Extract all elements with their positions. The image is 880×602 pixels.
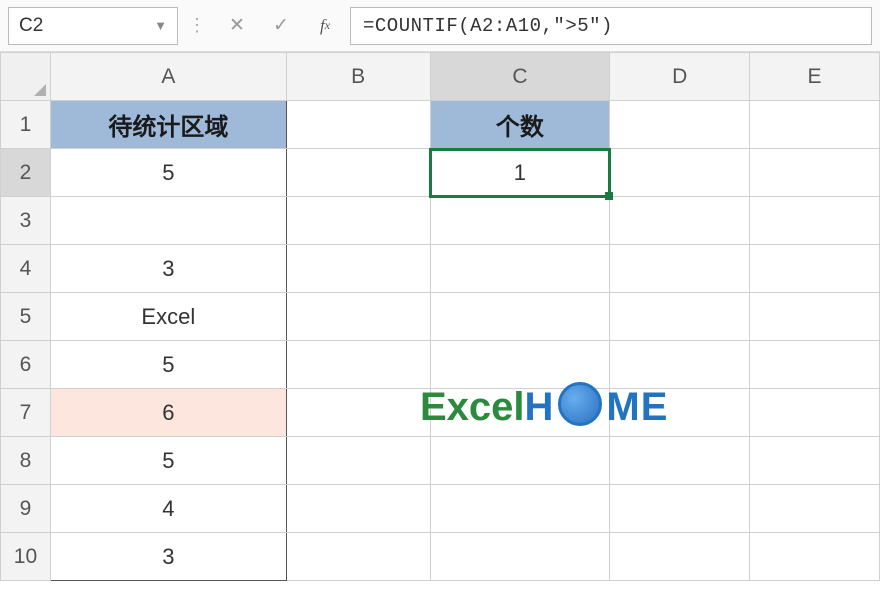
row-header-9[interactable]: 9 xyxy=(1,485,51,533)
row-header-6[interactable]: 6 xyxy=(1,341,51,389)
row-header-3[interactable]: 3 xyxy=(1,197,51,245)
cell-B3[interactable] xyxy=(286,197,430,245)
cell-E3[interactable] xyxy=(750,197,880,245)
cell-D4[interactable] xyxy=(610,245,750,293)
row-header-2[interactable]: 2 xyxy=(1,149,51,197)
cell-A7[interactable]: 6 xyxy=(50,389,286,437)
cell-D8[interactable] xyxy=(610,437,750,485)
name-box[interactable]: C2 ▼ xyxy=(8,7,178,45)
col-header-A[interactable]: A xyxy=(50,53,286,101)
col-header-E[interactable]: E xyxy=(750,53,880,101)
cell-B10[interactable] xyxy=(286,533,430,581)
cell-D3[interactable] xyxy=(610,197,750,245)
select-all-corner[interactable] xyxy=(1,53,51,101)
cell-B5[interactable] xyxy=(286,293,430,341)
cell-A4[interactable]: 3 xyxy=(50,245,286,293)
cell-D1[interactable] xyxy=(610,101,750,149)
col-header-B[interactable]: B xyxy=(286,53,430,101)
cell-E10[interactable] xyxy=(750,533,880,581)
cell-B8[interactable] xyxy=(286,437,430,485)
cell-B6[interactable] xyxy=(286,341,430,389)
cell-C4[interactable] xyxy=(430,245,610,293)
cell-E6[interactable] xyxy=(750,341,880,389)
cell-C3[interactable] xyxy=(430,197,610,245)
cell-B1[interactable] xyxy=(286,101,430,149)
spreadsheet-grid[interactable]: A B C D E 1 待统计区域 个数 2 5 1 3 4 3 5 xyxy=(0,52,880,581)
formula-text: =COUNTIF(A2:A10,">5") xyxy=(363,15,613,37)
cell-C8[interactable] xyxy=(430,437,610,485)
enter-icon[interactable]: ✓ xyxy=(262,7,300,45)
cell-E4[interactable] xyxy=(750,245,880,293)
cell-D6[interactable] xyxy=(610,341,750,389)
formula-input[interactable]: =COUNTIF(A2:A10,">5") xyxy=(350,7,872,45)
cell-C1[interactable]: 个数 xyxy=(430,101,610,149)
cancel-icon[interactable]: ✕ xyxy=(218,7,256,45)
row-header-10[interactable]: 10 xyxy=(1,533,51,581)
cell-E2[interactable] xyxy=(750,149,880,197)
cell-A5[interactable]: Excel xyxy=(50,293,286,341)
cell-C5[interactable] xyxy=(430,293,610,341)
cell-E1[interactable] xyxy=(750,101,880,149)
cell-E8[interactable] xyxy=(750,437,880,485)
name-box-value: C2 xyxy=(19,15,43,37)
row-header-5[interactable]: 5 xyxy=(1,293,51,341)
row-header-1[interactable]: 1 xyxy=(1,101,51,149)
cell-A8[interactable]: 5 xyxy=(50,437,286,485)
cell-A3[interactable] xyxy=(50,197,286,245)
cell-D7[interactable] xyxy=(610,389,750,437)
cell-D5[interactable] xyxy=(610,293,750,341)
cell-C2[interactable]: 1 xyxy=(430,149,610,197)
row-header-8[interactable]: 8 xyxy=(1,437,51,485)
cell-A6[interactable]: 5 xyxy=(50,341,286,389)
cell-E5[interactable] xyxy=(750,293,880,341)
cell-C6[interactable] xyxy=(430,341,610,389)
col-header-D[interactable]: D xyxy=(610,53,750,101)
cell-E7[interactable] xyxy=(750,389,880,437)
cell-E9[interactable] xyxy=(750,485,880,533)
cell-A9[interactable]: 4 xyxy=(50,485,286,533)
row-header-4[interactable]: 4 xyxy=(1,245,51,293)
row-header-7[interactable]: 7 xyxy=(1,389,51,437)
cell-C7[interactable] xyxy=(430,389,610,437)
cell-B9[interactable] xyxy=(286,485,430,533)
fx-icon[interactable]: fx xyxy=(306,7,344,45)
drag-handle-icon: ⋮ xyxy=(184,15,212,36)
cell-B7[interactable] xyxy=(286,389,430,437)
cell-B4[interactable] xyxy=(286,245,430,293)
cell-D2[interactable] xyxy=(610,149,750,197)
formula-bar: C2 ▼ ⋮ ✕ ✓ fx =COUNTIF(A2:A10,">5") xyxy=(0,0,880,52)
cell-C10[interactable] xyxy=(430,533,610,581)
cell-D9[interactable] xyxy=(610,485,750,533)
cell-D10[interactable] xyxy=(610,533,750,581)
cell-C9[interactable] xyxy=(430,485,610,533)
cell-A10[interactable]: 3 xyxy=(50,533,286,581)
cell-A1[interactable]: 待统计区域 xyxy=(50,101,286,149)
chevron-down-icon[interactable]: ▼ xyxy=(154,18,167,33)
col-header-C[interactable]: C xyxy=(430,53,610,101)
cell-B2[interactable] xyxy=(286,149,430,197)
cell-A2[interactable]: 5 xyxy=(50,149,286,197)
